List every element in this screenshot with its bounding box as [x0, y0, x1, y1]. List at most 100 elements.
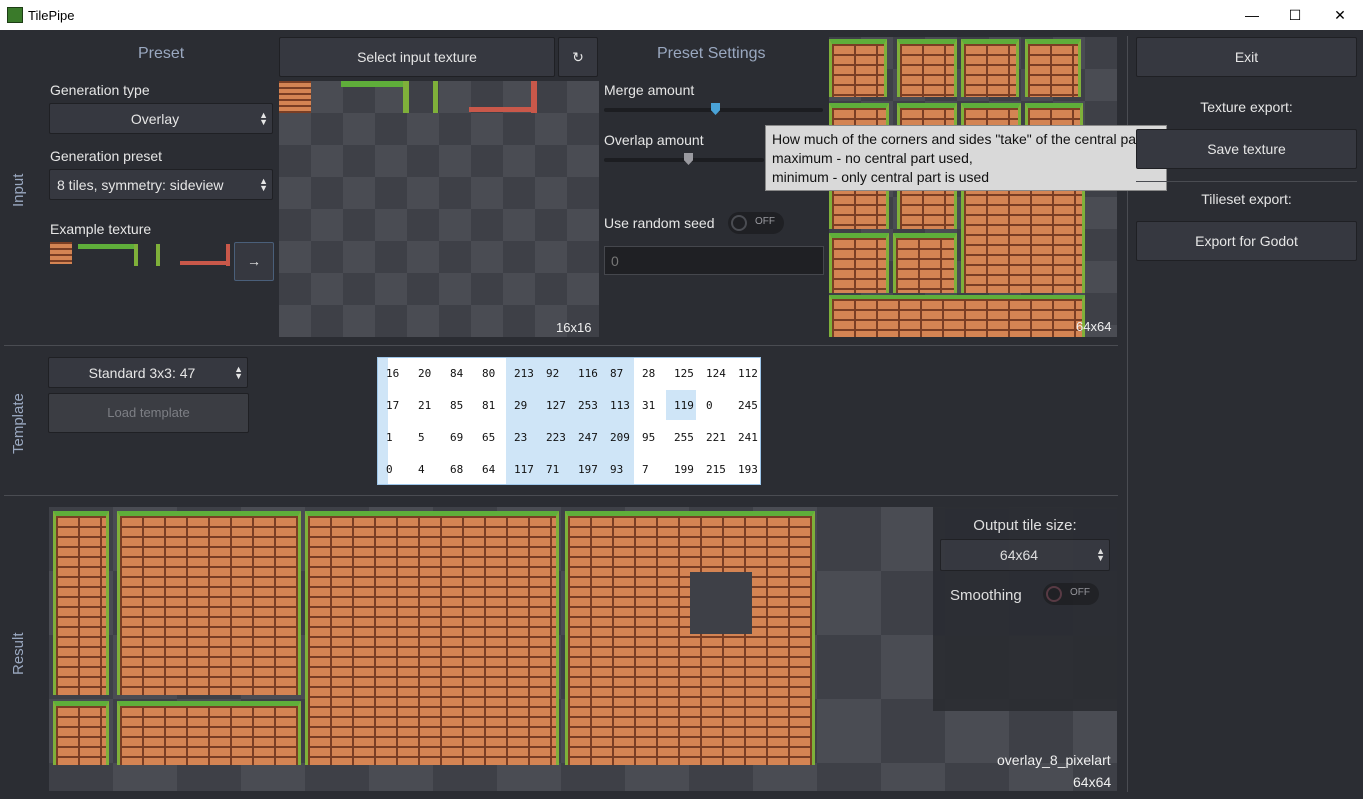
reload-icon[interactable]: ↻ — [558, 37, 598, 77]
minimize-button[interactable]: — — [1229, 0, 1275, 30]
template-cell: 17 — [386, 399, 400, 412]
template-cell: 223 — [546, 431, 566, 444]
overlap-amount-slider[interactable] — [604, 153, 764, 165]
template-cell: 116 — [578, 367, 598, 380]
template-cell: 92 — [546, 367, 560, 380]
template-cell: 16 — [386, 367, 400, 380]
texture-export-label: Texture export: — [1200, 99, 1293, 115]
app-icon — [7, 7, 23, 23]
preview-size-label: 64x64 — [1076, 319, 1112, 334]
preset-header: Preset — [138, 45, 185, 62]
template-cell: 80 — [482, 367, 496, 380]
separator-input-template — [4, 345, 1118, 346]
template-select[interactable]: Standard 3x3: 47 ▲ ▼ — [48, 357, 248, 388]
maximize-button[interactable]: ☐ — [1272, 0, 1318, 30]
updown-arrows-icon: ▲ ▼ — [1096, 546, 1105, 563]
template-cell: 213 — [514, 367, 534, 380]
right-panel-separator — [1136, 181, 1357, 182]
template-cell: 245 — [738, 399, 758, 412]
template-cell: 119 — [674, 399, 694, 412]
apply-example-button[interactable]: → — [234, 242, 274, 281]
template-cell: 112 — [738, 367, 758, 380]
template-cell: 253 — [578, 399, 598, 412]
export-godot-button[interactable]: Export for Godot — [1136, 221, 1357, 261]
tooltip-line-1: How much of the corners and sides "take"… — [772, 131, 1149, 147]
result-name-label: overlay_8_pixelart — [997, 752, 1111, 768]
template-cell: 197 — [578, 463, 598, 476]
template-cell: 215 — [706, 463, 726, 476]
generation-preset-label: Generation preset — [50, 148, 163, 164]
template-cell: 95 — [642, 431, 656, 444]
example-texture-label: Example texture — [50, 221, 152, 237]
template-cell: 209 — [610, 431, 630, 444]
merge-amount-label: Merge amount — [604, 82, 695, 98]
tooltip-line-2: maximum - no central part used, — [772, 150, 973, 166]
input-texture-preview — [279, 81, 599, 337]
separator-template-result — [4, 495, 1118, 496]
window-title: TilePipe — [28, 8, 75, 23]
template-cell: 71 — [546, 463, 560, 476]
tileset-export-label: Tilieset export: — [1201, 191, 1292, 207]
result-size-label: 64x64 — [1073, 774, 1112, 790]
template-cell: 81 — [482, 399, 496, 412]
generation-preset-select[interactable]: 8 tiles, symmetry: sideview ▲ ▼ — [49, 169, 273, 200]
template-cell: 241 — [738, 431, 758, 444]
template-cell: 5 — [418, 431, 425, 444]
template-cell: 69 — [450, 431, 464, 444]
generation-preset-value: 8 tiles, symmetry: sideview — [57, 177, 224, 193]
toggle-knob — [731, 215, 747, 231]
template-cell: 31 — [642, 399, 656, 412]
template-cell: 1 — [386, 431, 393, 444]
updown-arrows-icon: ▲ ▼ — [234, 363, 243, 381]
template-cell: 127 — [546, 399, 566, 412]
template-cell: 23 — [514, 431, 528, 444]
template-cell: 125 — [674, 367, 694, 380]
template-grid: 16 20 84 80 213 92 116 87 28 125 124 112 17 21 85 81 29 1… — [377, 357, 761, 485]
template-cell: 28 — [642, 367, 656, 380]
smoothing-toggle[interactable]: OFF — [1043, 583, 1099, 605]
output-settings-panel: Output tile size: 64x64 ▲ ▼ Smoothing OFF — [933, 507, 1117, 711]
select-input-texture-button[interactable]: Select input texture — [279, 37, 555, 77]
save-texture-button[interactable]: Save texture — [1136, 129, 1357, 169]
load-template-button[interactable]: Load template — [48, 393, 249, 433]
template-cell: 84 — [450, 367, 464, 380]
template-cell: 29 — [514, 399, 528, 412]
tooltip-line-3: minimum - only central part is used — [772, 169, 990, 185]
close-button[interactable]: ✕ — [1317, 0, 1363, 30]
preset-settings-header: Preset Settings — [657, 45, 766, 62]
template-cell: 117 — [514, 463, 534, 476]
section-label-result: Result — [10, 632, 27, 675]
output-tile-size-value: 64x64 — [999, 547, 1039, 563]
generation-type-select[interactable]: Overlay ▲ ▼ — [49, 103, 273, 134]
generation-type-value: Overlay — [130, 111, 180, 127]
exit-button[interactable]: Exit — [1136, 37, 1357, 77]
merge-slider-grabber[interactable] — [711, 103, 720, 115]
title-bar: TilePipe — ☐ ✕ — [0, 0, 1363, 30]
template-cell: 20 — [418, 367, 432, 380]
template-cell: 4 — [418, 463, 425, 476]
template-cell: 87 — [610, 367, 624, 380]
template-cell: 255 — [674, 431, 694, 444]
updown-arrows-icon: ▲ ▼ — [259, 175, 268, 193]
template-cell: 65 — [482, 431, 496, 444]
template-cell: 21 — [418, 399, 432, 412]
updown-arrows-icon: ▲ ▼ — [259, 109, 268, 127]
random-seed-toggle[interactable]: OFF — [728, 212, 784, 234]
seed-input[interactable]: 0 — [604, 246, 824, 275]
template-cell: 85 — [450, 399, 464, 412]
app-body: Input Template Result Preset Generation … — [0, 30, 1363, 799]
section-label-template: Template — [10, 393, 27, 454]
template-cell: 68 — [450, 463, 464, 476]
smoothing-toggle-text: OFF — [1070, 587, 1090, 598]
example-texture-image[interactable] — [50, 242, 232, 266]
merge-amount-slider[interactable] — [604, 103, 823, 115]
overlap-tooltip: How much of the corners and sides "take"… — [765, 125, 1167, 191]
template-cell: 0 — [706, 399, 713, 412]
template-select-value: Standard 3x3: 47 — [88, 365, 196, 381]
output-tile-size-select[interactable]: 64x64 ▲ ▼ — [940, 539, 1110, 571]
template-cell: 93 — [610, 463, 624, 476]
overlap-slider-grabber[interactable] — [684, 153, 693, 165]
template-cell: 124 — [706, 367, 726, 380]
template-cell: 64 — [482, 463, 496, 476]
overlap-amount-label: Overlap amount — [604, 132, 704, 148]
